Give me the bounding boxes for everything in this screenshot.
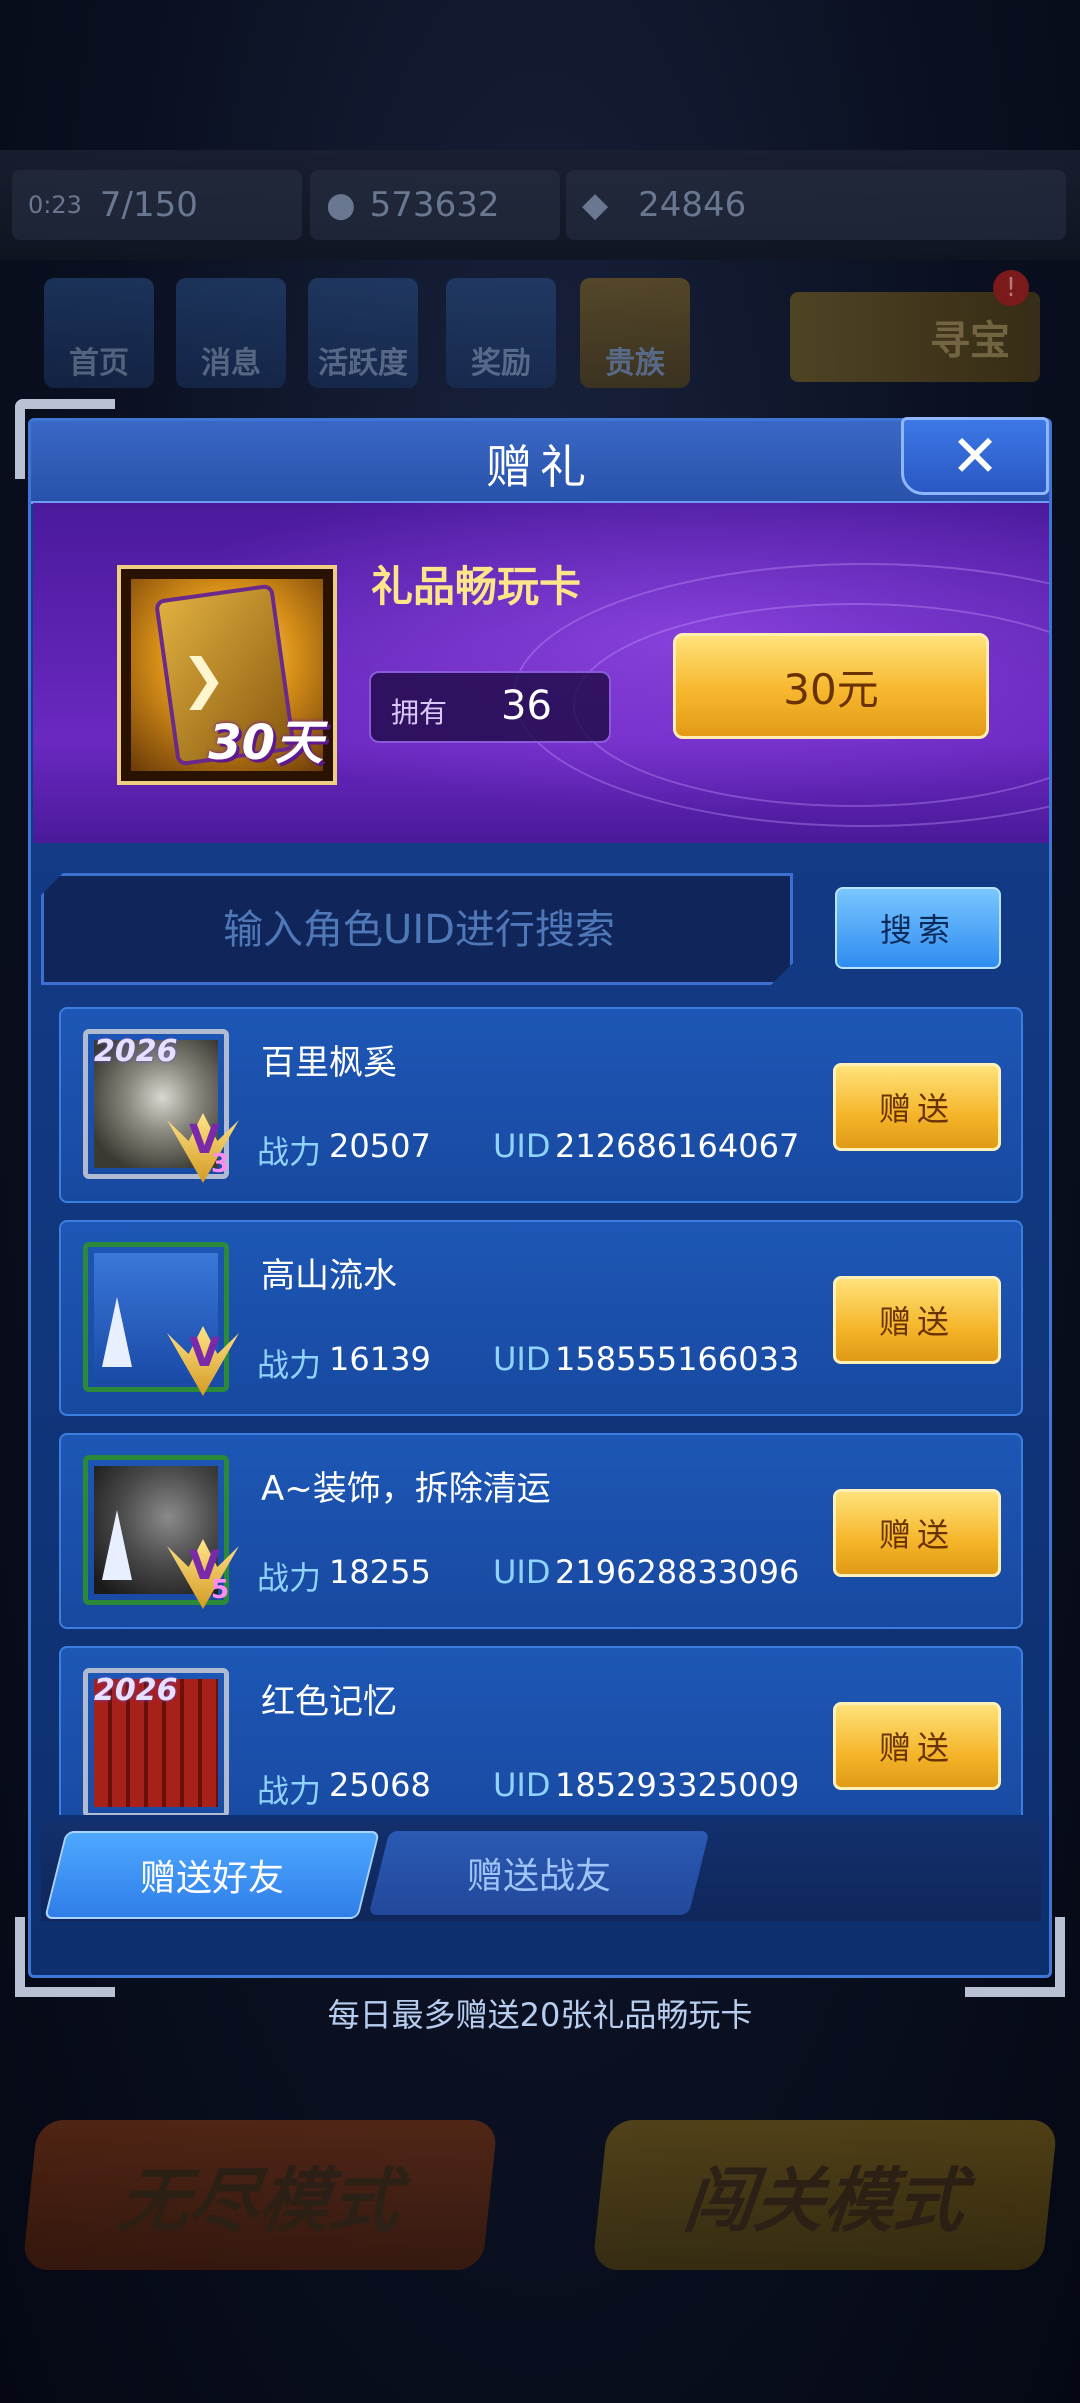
close-button[interactable]: ✕ xyxy=(901,417,1049,495)
gem-value: 24846 xyxy=(638,185,747,225)
player-list[interactable]: 2026 V 3 百里枫奚 战力 20507 UID 212686164067 … xyxy=(59,1007,1023,1815)
power-value: 18255 xyxy=(329,1553,431,1591)
coin-stat: ● 573632 xyxy=(310,170,560,240)
uid-label: UID xyxy=(493,1340,551,1378)
nav-messages[interactable]: 消息 xyxy=(176,278,286,388)
rank-level: 3 xyxy=(211,1149,230,1179)
avatar: 2026 xyxy=(83,1668,229,1815)
owned-count-box: 拥有 36 xyxy=(369,671,611,743)
gem-stat: ◆ 24846 xyxy=(566,170,1066,240)
tab-gift-comrade[interactable]: 赠送战友 xyxy=(368,1831,710,1915)
player-name: 高山流水 xyxy=(261,1256,397,1296)
daily-limit-hint: 每日最多赠送20张礼品畅玩卡 xyxy=(327,1996,753,2034)
coin-icon: ● xyxy=(326,185,356,225)
nav-messages-label: 消息 xyxy=(201,346,261,381)
energy-value: 7/150 xyxy=(99,185,198,225)
list-item: 2026 红色记忆 战力 25068 UID 185293325009 赠送 xyxy=(59,1646,1023,1815)
frame-year: 2026 xyxy=(94,1673,178,1708)
level-time: 0:23 xyxy=(28,191,82,219)
product-name: 礼品畅玩卡 xyxy=(371,562,582,611)
power-label: 战力 xyxy=(257,1133,322,1171)
energy-stat: 0:23 7/150 xyxy=(12,170,302,240)
owned-count: 36 xyxy=(501,683,552,729)
player-name: 百里枫奚 xyxy=(261,1043,397,1083)
nav-activity-label: 活跃度 xyxy=(318,346,408,381)
tab-gift-comrade-label: 赠送战友 xyxy=(466,1856,611,1897)
uid-value: 185293325009 xyxy=(555,1766,800,1804)
uid-value: 212686164067 xyxy=(555,1127,800,1165)
gift-button[interactable]: 赠送 xyxy=(833,1276,1001,1364)
coin-value: 573632 xyxy=(369,185,500,225)
player-name: 红色记忆 xyxy=(261,1682,397,1722)
nav-rewards-label: 奖励 xyxy=(471,346,531,381)
tab-gift-friend-label: 赠送好友 xyxy=(139,1858,284,1899)
uid-label: UID xyxy=(493,1766,551,1804)
player-name: A~装饰，拆除清运 xyxy=(261,1469,551,1509)
power-label: 战力 xyxy=(257,1772,322,1810)
uid-label: UID xyxy=(493,1127,551,1165)
gift-dialog: 赠礼 ✕ ❯ 30天 礼品畅玩卡 拥有 36 30元 搜索 2026 xyxy=(15,399,1065,1997)
power-value: 16139 xyxy=(329,1340,431,1378)
stage-mode-button[interactable]: 闯关模式 xyxy=(592,2120,1058,2270)
list-item: V 5 A~装饰，拆除清运 战力 18255 UID 219628833096 … xyxy=(59,1433,1023,1629)
owned-label: 拥有 xyxy=(391,696,448,729)
nav-rewards[interactable]: 奖励 xyxy=(446,278,556,388)
uid-label: UID xyxy=(493,1553,551,1591)
treasure-button[interactable]: 寻宝 xyxy=(790,292,1040,382)
rank-level: 5 xyxy=(211,1575,230,1605)
nav-activity[interactable]: 活跃度 xyxy=(308,278,418,388)
endless-mode-label: 无尽模式 xyxy=(115,2159,404,2242)
uid-search-field[interactable] xyxy=(41,873,793,985)
gift-button[interactable]: 赠送 xyxy=(833,1489,1001,1577)
treasure-label: 寻宝 xyxy=(930,318,1010,364)
search-button[interactable]: 搜索 xyxy=(835,887,1001,969)
treasure-alert-badge: ! xyxy=(993,270,1029,306)
card-days: 30天 xyxy=(208,715,323,771)
gift-tabbar: 赠送好友 赠送战友 xyxy=(41,1821,1041,1921)
product-banner: ❯ 30天 礼品畅玩卡 拥有 36 30元 xyxy=(33,503,1049,843)
rank-v-icon: V xyxy=(189,1330,220,1376)
buy-price-button[interactable]: 30元 xyxy=(673,633,989,739)
dialog-titlebar: 赠礼 xyxy=(31,421,1049,504)
gift-button[interactable]: 赠送 xyxy=(833,1702,1001,1790)
list-item: 2026 V 3 百里枫奚 战力 20507 UID 212686164067 … xyxy=(59,1007,1023,1203)
nav-home[interactable]: 首页 xyxy=(44,278,154,388)
wing-emblem-icon: ❯ xyxy=(181,647,227,710)
uid-value: 219628833096 xyxy=(555,1553,800,1591)
nav-noble[interactable]: 贵族 xyxy=(580,278,690,388)
nav-home-label: 首页 xyxy=(69,346,129,381)
frame-year: 2026 xyxy=(94,1034,178,1069)
stage-mode-label: 闯关模式 xyxy=(680,2159,969,2242)
gem-icon: ◆ xyxy=(582,185,609,225)
uid-search-input[interactable] xyxy=(44,876,794,984)
gift-card-icon: ❯ 30天 xyxy=(117,565,337,785)
gift-button[interactable]: 赠送 xyxy=(833,1063,1001,1151)
power-label: 战力 xyxy=(257,1559,322,1597)
power-value: 25068 xyxy=(329,1766,431,1804)
list-item: V 高山流水 战力 16139 UID 158555166033 赠送 xyxy=(59,1220,1023,1416)
power-label: 战力 xyxy=(257,1346,322,1384)
nav-noble-label: 贵族 xyxy=(605,346,665,381)
uid-value: 158555166033 xyxy=(555,1340,800,1378)
frame-corner-bl xyxy=(15,1917,115,1997)
endless-mode-button[interactable]: 无尽模式 xyxy=(22,2120,498,2270)
power-value: 20507 xyxy=(329,1127,431,1165)
dialog-title: 赠礼 xyxy=(486,440,594,494)
tab-gift-friend[interactable]: 赠送好友 xyxy=(44,1831,380,1919)
close-icon: ✕ xyxy=(950,422,1000,490)
frame-corner-br xyxy=(965,1917,1065,1997)
